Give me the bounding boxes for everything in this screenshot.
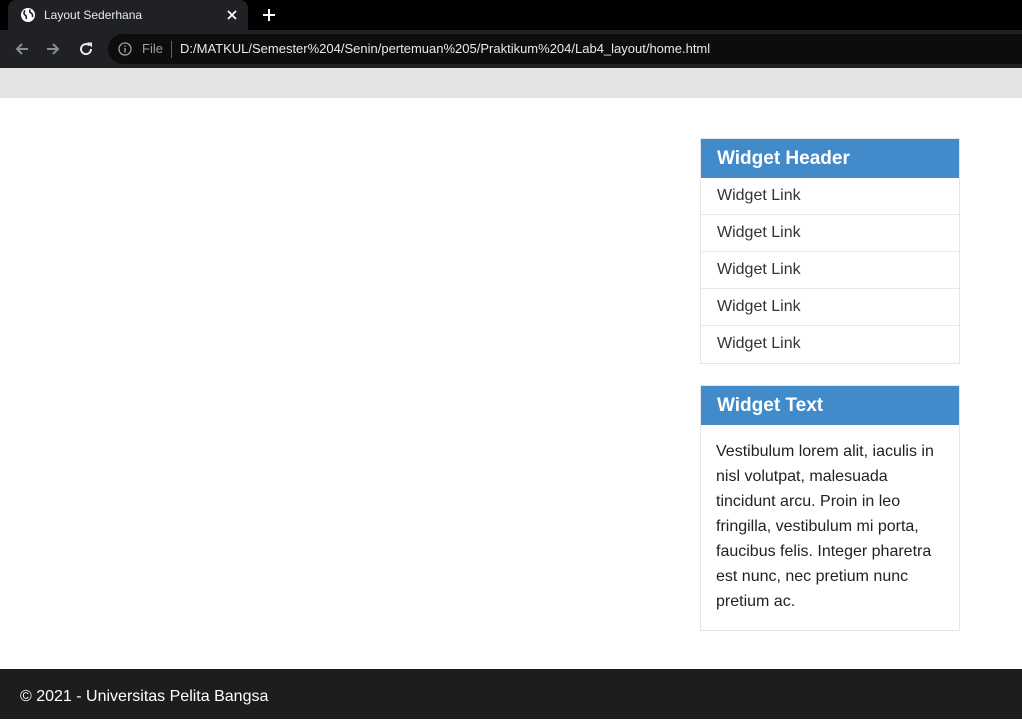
omnibox-divider — [171, 41, 172, 58]
page-footer: © 2021 - Universitas Pelita Bangsa — [0, 669, 1022, 719]
reload-icon[interactable] — [77, 40, 95, 58]
widget-link-list: Widget Link Widget Link Widget Link Widg… — [701, 178, 959, 363]
arrow-right-icon[interactable] — [44, 40, 62, 58]
widget-text-body: Vestibulum lorem alit, iaculis in nisl v… — [716, 443, 934, 610]
plus-icon[interactable] — [260, 6, 278, 24]
page-content: Widget Header Widget Link Widget Link Wi… — [0, 98, 1022, 669]
footer-copyright: © 2021 - Universitas Pelita Bangsa — [20, 688, 269, 705]
widget-link[interactable]: Widget Link — [701, 178, 959, 215]
widget-link[interactable]: Widget Link — [701, 289, 959, 326]
info-icon[interactable] — [118, 42, 132, 56]
globe-icon — [21, 8, 35, 22]
browser-tabstrip: Layout Sederhana — [0, 0, 1022, 30]
arrow-left-icon[interactable] — [13, 40, 31, 58]
widget-text-header: Widget Text — [701, 386, 959, 425]
widget-link[interactable]: Widget Link — [701, 326, 959, 363]
tab-title: Layout Sederhana — [44, 8, 143, 22]
close-icon[interactable] — [224, 7, 240, 23]
scheme-label: File — [142, 41, 163, 56]
widget-link[interactable]: Widget Link — [701, 252, 959, 289]
url-text[interactable]: D:/MATKUL/Semester%204/Senin/pertemuan%2… — [180, 41, 710, 57]
browser-toolbar: File D:/MATKUL/Semester%204/Senin/pertem… — [0, 30, 1022, 68]
widget-link[interactable]: Widget Link — [701, 215, 959, 252]
text-widget: Widget Text Vestibulum lorem alit, iacul… — [700, 385, 960, 631]
link-widget: Widget Header Widget Link Widget Link Wi… — [700, 138, 960, 364]
page-header-bar — [0, 68, 1022, 98]
address-bar[interactable]: File D:/MATKUL/Semester%204/Senin/pertem… — [108, 34, 1022, 64]
widget-header: Widget Header — [701, 139, 959, 178]
browser-tab[interactable]: Layout Sederhana — [8, 0, 248, 30]
